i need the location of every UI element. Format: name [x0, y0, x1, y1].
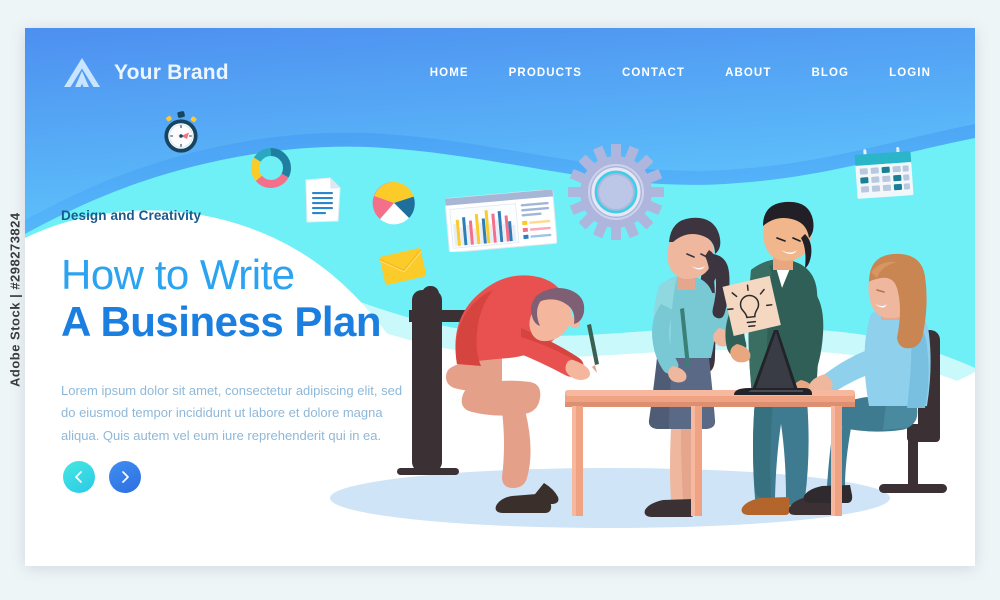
- nav-item-blog[interactable]: BLOG: [811, 67, 849, 79]
- hero-copy-block: Design and Creativity How to Write A Bus…: [61, 208, 431, 447]
- nav-item-login[interactable]: LOGIN: [889, 67, 931, 79]
- brand-logo-group[interactable]: Your Brand: [61, 56, 229, 90]
- donut-chart-icon: [251, 148, 291, 188]
- nav-item-about[interactable]: ABOUT: [725, 67, 771, 79]
- carousel-controls: [63, 461, 141, 493]
- nav-links: HOME PRODUCTS CONTACT ABOUT BLOG LOGIN: [430, 67, 931, 79]
- hero-eyebrow: Design and Creativity: [61, 208, 202, 223]
- nav-item-contact[interactable]: CONTACT: [622, 67, 685, 79]
- nav-item-home[interactable]: HOME: [430, 67, 469, 79]
- top-navigation-bar: Your Brand HOME PRODUCTS CONTACT ABOUT B…: [25, 28, 975, 118]
- calendar-icon: [854, 146, 914, 199]
- page-title-line-1: How to Write: [61, 251, 295, 298]
- chevron-left-icon: [75, 471, 82, 483]
- page-title: How to Write A Business Plan: [61, 251, 431, 345]
- nav-item-products[interactable]: PRODUCTS: [509, 67, 582, 79]
- chevron-right-icon: [122, 471, 129, 483]
- hero-paragraph: Lorem ipsum dolor sit amet, consectetur …: [61, 383, 403, 443]
- landing-page-hero-card: Your Brand HOME PRODUCTS CONTACT ABOUT B…: [25, 28, 975, 566]
- page-title-line-2: A Business Plan: [61, 297, 382, 345]
- mountain-chevron-logo-icon: [64, 58, 100, 87]
- carousel-prev-button[interactable]: [63, 461, 95, 493]
- gear-icon: [568, 144, 664, 240]
- brand-name-text: Your Brand: [114, 61, 229, 84]
- bar-chart-dashboard-icon: [445, 190, 557, 252]
- carousel-next-button[interactable]: [109, 461, 141, 493]
- screenshot-stage: Adobe Stock | #298273824 Your Brand HOME…: [0, 0, 1000, 600]
